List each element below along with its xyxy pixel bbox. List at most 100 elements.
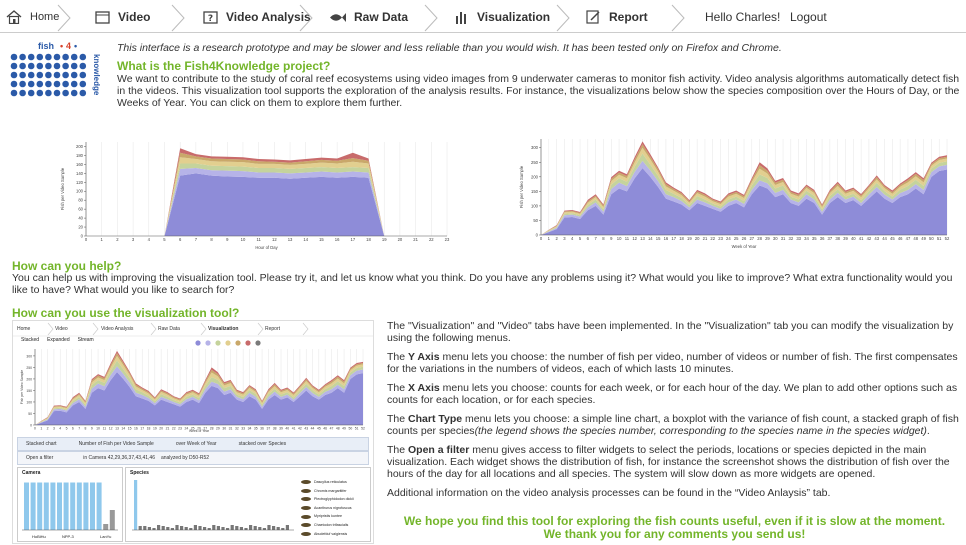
y-tick-label: 250: [26, 366, 32, 370]
fish-icon: [301, 488, 311, 493]
fish4knowledge-logo: fish • 4 • knowledge: [10, 41, 101, 97]
x-tick-label: 32: [789, 236, 794, 241]
svg-text:knowledge: knowledge: [92, 54, 101, 96]
x-tick-label: 33: [796, 236, 801, 241]
y-tick-label: 80: [78, 198, 83, 203]
fish-icon: [301, 523, 311, 528]
x-tick-label: 29: [765, 236, 770, 241]
species-bar: [203, 527, 207, 530]
x-tick-label: 18: [147, 426, 151, 430]
x-tick-label: 36: [260, 426, 264, 430]
y-tick-label: 0: [81, 234, 84, 239]
x-tick-label: 7: [78, 426, 80, 430]
usage-y-axis: The Y Axis menu lets you choose: the num…: [387, 351, 958, 375]
x-tick-label: 18: [679, 236, 684, 241]
species-bar: [175, 525, 179, 530]
x-tick-label: 47: [330, 426, 334, 430]
x-tick-label: 38: [835, 236, 840, 241]
mini-mode-stacked: Stacked: [21, 337, 40, 343]
logo-dot: [10, 89, 18, 97]
logo-dot: [62, 62, 69, 70]
mini-chart-mode-legend: Stacked Expanded Stream: [21, 337, 94, 343]
logo-dot: [36, 71, 44, 79]
x-tick-label: 29: [216, 426, 220, 430]
chart-hour-of-day[interactable]: 0204060801001201401601802000 1 2 3 4 5 6 7 8 9 10 1…: [58, 138, 453, 250]
logo-dot: [62, 80, 69, 88]
x-tick-label: 39: [279, 426, 283, 430]
x-tick-label: 34: [248, 426, 252, 430]
logo-dot: [19, 71, 26, 79]
species-bar: [198, 526, 202, 530]
x-tick-label: 1: [40, 426, 42, 430]
usage-p6: Additional information on the video anal…: [387, 487, 831, 499]
x-tick-label: 2: [116, 237, 119, 242]
y-tick-label: 150: [26, 389, 32, 393]
x-tick-label: 51: [355, 426, 359, 430]
y-tick-label: 150: [531, 189, 539, 194]
x-tick-label: 42: [867, 236, 872, 241]
x-tick-label: 9: [610, 236, 613, 241]
x-tick-label: 27: [749, 236, 754, 241]
y-tick-label: 100: [531, 203, 539, 208]
x-tick-label: 8: [210, 237, 213, 242]
y-tick-label: 200: [26, 377, 32, 381]
y-tick-label: 100: [26, 400, 32, 404]
x-tick-label: 44: [882, 236, 887, 241]
y-tick-label: 180: [76, 153, 84, 158]
camera-bar: [83, 482, 89, 530]
x-axis-label: Week of Year: [732, 244, 757, 249]
y-tick-label: 40: [78, 216, 83, 221]
x-tick-label: 16: [335, 237, 340, 242]
chart-week-of-year[interactable]: 0501001502002503000 1 2 3 4 5 6 7 8 9 10 11 12 13 14 15…: [517, 135, 953, 249]
x-tick-label: 52: [945, 236, 950, 241]
x-tick-label: 31: [229, 426, 233, 430]
mini-species-name: Abudefduf vaigiensis: [314, 531, 348, 536]
mini-toolbar: Stacked chart Number of Fish per Video S…: [17, 437, 369, 451]
x-tick-label: 28: [757, 236, 762, 241]
logo-dot: [79, 62, 87, 70]
y-tick-label: 120: [76, 180, 84, 185]
x-tick-label: 40: [285, 426, 289, 430]
svg-text:fish: fish: [38, 41, 54, 51]
series-area-0: [86, 173, 447, 236]
logout-link[interactable]: Logout: [790, 10, 827, 24]
x-tick-label: 51: [937, 236, 942, 241]
mini-species-name: Myripristis kuntee: [314, 514, 342, 519]
greeting: Hello Charles!: [705, 10, 781, 24]
logo-dot: [36, 62, 44, 70]
mini-mode-expanded: Expanded: [47, 337, 70, 343]
x-tick-label: 3: [132, 237, 135, 242]
camera-bar: [76, 482, 82, 530]
mini-filter-info-analysis: analyzed by D50-R52: [160, 455, 210, 461]
x-tick-label: 15: [128, 426, 132, 430]
x-tick-label: 13: [288, 237, 293, 242]
logo-dot: [27, 62, 35, 70]
x-axis-label: Week of Year: [189, 429, 210, 433]
species-bar: [276, 527, 280, 530]
x-tick-label: 9: [91, 426, 93, 430]
usage-open-filter: The Open a filter menu gives access to f…: [387, 444, 950, 480]
x-tick-label: 25: [734, 236, 739, 241]
x-tick-label: 34: [804, 236, 809, 241]
x-tick-label: 19: [382, 237, 387, 242]
camera-bar: [90, 482, 95, 530]
x-tick-label: 15: [656, 236, 661, 241]
logo-dot: [53, 80, 61, 88]
x-tick-label: 20: [695, 236, 700, 241]
camera-bar: [43, 482, 49, 530]
project-heading: What is the Fish4Knowledge project?: [117, 59, 331, 73]
logo-dot: [53, 62, 61, 70]
logo-dot: [19, 53, 26, 61]
logo-dot: [70, 80, 78, 88]
species-bar: [244, 528, 248, 530]
x-tick-label: 35: [254, 426, 258, 430]
nav-divider: [0, 32, 966, 33]
logo-dot: [19, 62, 26, 70]
x-tick-label: 52: [361, 426, 365, 430]
y-tick-label: 50: [533, 218, 538, 223]
mini-species-name: Chaetodon trifascialis: [314, 522, 349, 527]
logo-dot: [79, 71, 87, 79]
logo-dot: [45, 53, 52, 61]
x-tick-label: 41: [292, 426, 296, 430]
visualization-screenshot: Home Video Video Analysis Raw Data Visua…: [12, 320, 374, 544]
